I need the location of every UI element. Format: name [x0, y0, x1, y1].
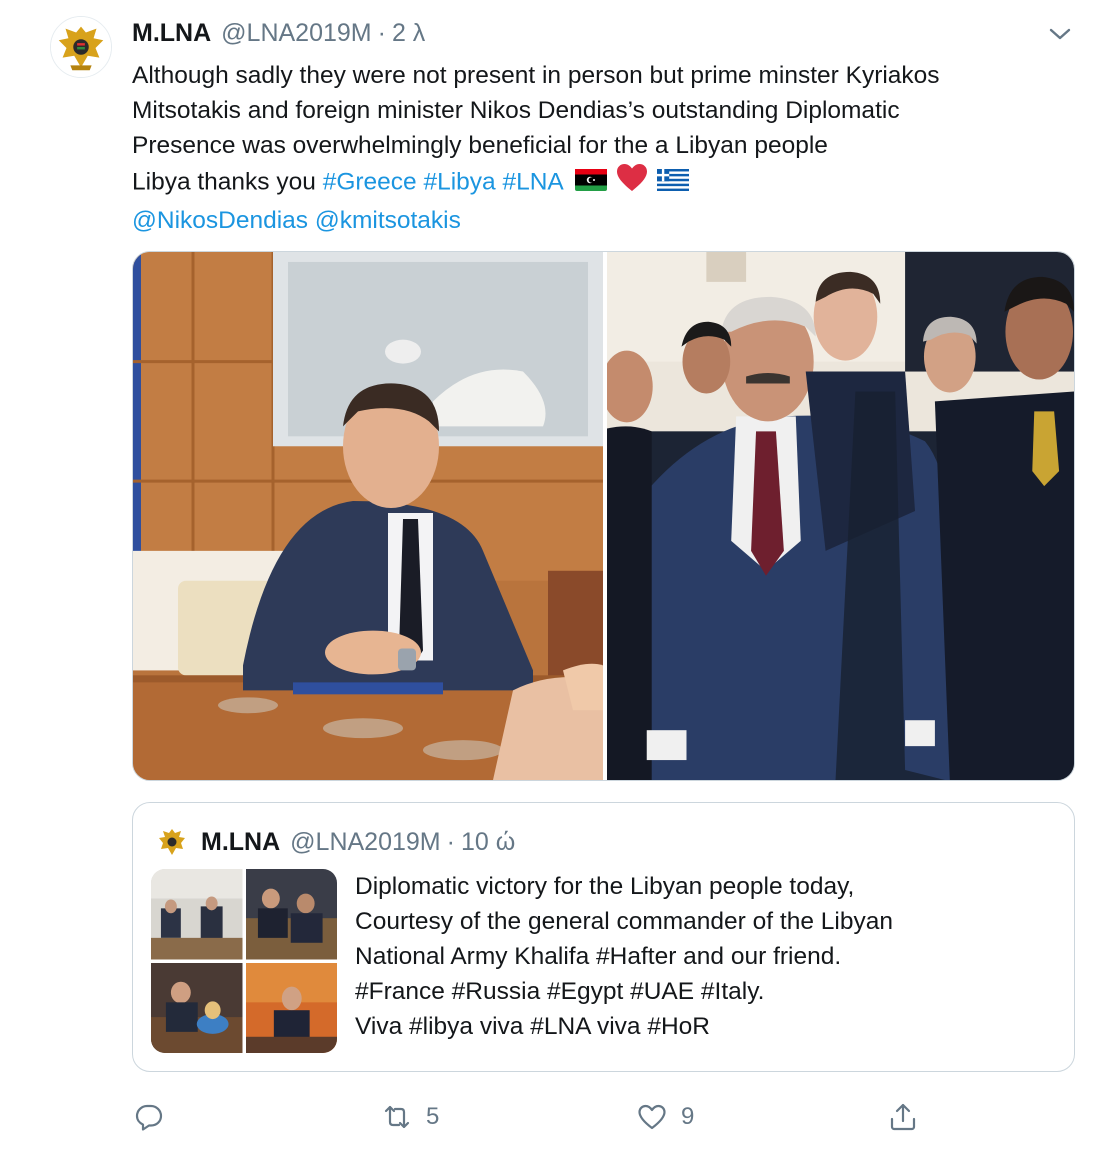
- tweet-media: [132, 251, 1075, 781]
- quoted-thumbnail: [245, 962, 337, 1053]
- tweet-text-line: @NikosDendias @kmitsotakis: [132, 203, 1082, 238]
- tweet-header: M.LNA @LNA2019M · 2 λ: [132, 16, 425, 50]
- separator-dot: ·: [377, 18, 386, 47]
- quoted-text-line: #France #Russia #Egypt #UAE #Italy.: [355, 978, 765, 1005]
- quoted-thumbnail: [245, 869, 337, 960]
- separator-dot: ·: [446, 827, 455, 856]
- tweet-text-line: Presence was overwhelmingly beneficial f…: [132, 132, 828, 159]
- eagle-emblem-icon: [155, 825, 189, 859]
- tweet-text-line: Mitsotakis and foreign minister Nikos De…: [132, 97, 900, 124]
- quoted-timestamp: 10 ώ: [460, 827, 516, 856]
- mention-nikosdendias[interactable]: @NikosDendias: [132, 207, 308, 234]
- author-handle[interactable]: @LNA2019M: [221, 19, 371, 48]
- quoted-media-grid: [151, 869, 337, 1053]
- reply-button[interactable]: [134, 1094, 164, 1140]
- retweet-count: 5: [426, 1103, 440, 1130]
- quoted-tweet-text: Diplomatic victory for the Libyan people…: [355, 869, 1055, 1044]
- greece-flag-icon: [656, 166, 689, 201]
- reply-icon: [134, 1102, 164, 1132]
- tweet-text-line: Libya thanks you #Greece #Libya #LNA: [132, 163, 1082, 203]
- tweet-text: Although sadly they were not present in …: [132, 58, 1082, 238]
- tweet-actions: 5 9: [132, 1094, 932, 1140]
- share-icon: [888, 1102, 918, 1132]
- quoted-thumbnail: [151, 962, 243, 1053]
- heart-icon: [637, 1102, 667, 1132]
- retweet-button[interactable]: 5: [382, 1094, 439, 1140]
- hashtag-greece[interactable]: #Greece: [323, 168, 417, 195]
- red-heart-icon: [616, 163, 648, 203]
- profile-avatar[interactable]: [50, 16, 112, 78]
- quoted-text-line: National Army Khalifa #Hafter and our fr…: [355, 943, 842, 970]
- chevron-down-icon[interactable]: [1046, 22, 1074, 46]
- eagle-emblem-icon: [51, 17, 111, 77]
- share-button[interactable]: [888, 1094, 918, 1140]
- tweet-text-line: Although sadly they were not present in …: [132, 62, 940, 89]
- quoted-author-handle: @LNA2019M: [290, 827, 441, 856]
- quoted-text-line: Courtesy of the general commander of the…: [355, 908, 893, 935]
- author-name[interactable]: M.LNA: [132, 19, 211, 48]
- tweet-text-prefix: Libya thanks you: [132, 168, 316, 196]
- quoted-tweet[interactable]: M.LNA @LNA2019M · 10 ώ Diplomatic victor…: [132, 802, 1075, 1072]
- quoted-tweet-header: M.LNA @LNA2019M · 10 ώ: [155, 825, 515, 859]
- quoted-text-line: Diplomatic victory for the Libyan people…: [355, 873, 855, 900]
- like-button[interactable]: 9: [637, 1094, 694, 1140]
- libya-flag-icon: [575, 166, 608, 201]
- quoted-text-line: Viva #libya viva #LNA viva #HoR: [355, 1013, 710, 1040]
- hashtag-libya[interactable]: #Libya: [423, 168, 495, 195]
- like-count: 9: [681, 1103, 695, 1130]
- quoted-thumbnail: [151, 869, 243, 960]
- media-photo-meeting[interactable]: [133, 252, 603, 780]
- tweet-timestamp[interactable]: 2 λ: [392, 19, 425, 48]
- mention-kmitsotakis[interactable]: @kmitsotakis: [315, 207, 461, 234]
- tweet[interactable]: M.LNA @LNA2019M · 2 λ Although sadly the…: [0, 0, 1100, 1150]
- retweet-icon: [382, 1102, 412, 1132]
- media-photo-delegation[interactable]: [607, 252, 1074, 780]
- quoted-author-name: M.LNA: [201, 827, 281, 856]
- hashtag-lna[interactable]: #LNA: [502, 168, 562, 195]
- quoted-avatar: [155, 825, 189, 859]
